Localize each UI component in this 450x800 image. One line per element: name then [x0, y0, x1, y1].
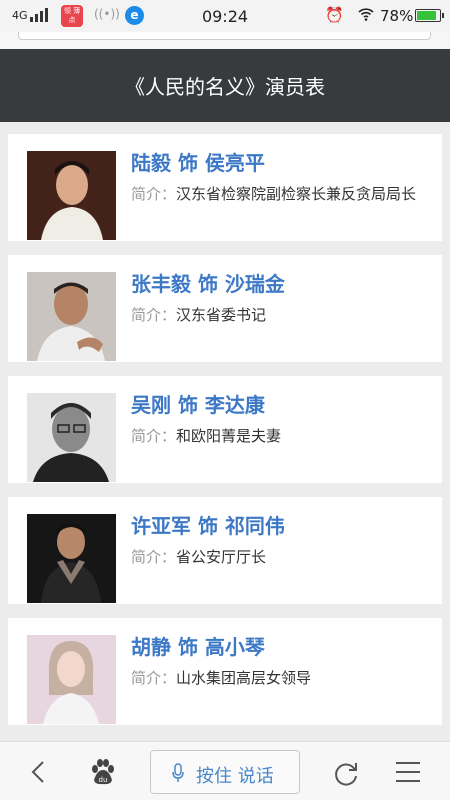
cast-name[interactable]: 陆毅 饰 侯亮平	[131, 147, 265, 176]
cast-item[interactable]: 张丰毅 饰 沙瑞金 简介：汉东省委书记	[8, 255, 442, 362]
menu-icon[interactable]	[395, 761, 421, 783]
status-bar: 4G 领 薄点 ((•)) e 09:24 ⏰ 78%	[0, 0, 450, 32]
actor-photo[interactable]	[27, 635, 116, 724]
actor-photo[interactable]	[27, 393, 116, 482]
cast-description: 简介：和欧阳菁是夫妻	[131, 423, 421, 450]
page-title: 《人民的名义》演员表	[125, 75, 325, 99]
microphone-icon	[172, 763, 184, 782]
cast-name[interactable]: 张丰毅 饰 沙瑞金	[131, 268, 285, 297]
voice-input-button[interactable]: 按住 说话	[150, 750, 300, 794]
cast-name[interactable]: 许亚军 饰 祁同伟	[131, 510, 285, 539]
desc-text: 省公安厅厅长	[176, 548, 267, 566]
cast-name[interactable]: 胡静 饰 高小琴	[131, 631, 265, 660]
alarm-icon: ⏰	[325, 6, 344, 24]
desc-text: 和欧阳菁是夫妻	[176, 427, 282, 445]
desc-label: 简介：	[131, 548, 177, 566]
title-bar: 《人民的名义》演员表	[0, 49, 450, 122]
cast-item[interactable]: 许亚军 饰 祁同伟 简介：省公安厅厅长	[8, 497, 442, 604]
cast-item[interactable]: 陆毅 饰 侯亮平 简介：汉东省检察院副检察长兼反贪局局长	[8, 134, 442, 241]
battery-percent: 78%	[380, 7, 414, 25]
desc-label: 简介：	[131, 185, 177, 203]
actor-photo[interactable]	[27, 514, 116, 603]
desc-text: 汉东省委书记	[176, 306, 267, 324]
cast-description: 简介：山水集团高层女领导	[131, 665, 421, 692]
cast-item[interactable]: 胡静 饰 高小琴 简介：山水集团高层女领导	[8, 618, 442, 725]
cast-description: 简介：省公安厅厅长	[131, 544, 421, 571]
bottom-toolbar: du 按住 说话	[0, 741, 450, 800]
desc-text: 汉东省检察院副检察长兼反贪局局长	[176, 185, 417, 203]
back-icon[interactable]	[26, 759, 52, 785]
refresh-icon[interactable]	[332, 759, 360, 787]
desc-label: 简介：	[131, 669, 177, 687]
search-box-edge[interactable]	[18, 32, 431, 40]
desc-label: 简介：	[131, 306, 177, 324]
cast-description: 简介：汉东省检察院副检察长兼反贪局局长	[131, 181, 421, 208]
cast-name[interactable]: 吴刚 饰 李达康	[131, 389, 265, 418]
svg-text:du: du	[99, 776, 108, 784]
desc-text: 山水集团高层女领导	[176, 669, 312, 687]
battery-icon	[415, 9, 444, 22]
actor-photo[interactable]	[27, 151, 116, 240]
desc-label: 简介：	[131, 427, 177, 445]
wifi-icon	[358, 8, 374, 21]
baidu-paw-icon[interactable]: du	[89, 758, 117, 786]
actor-photo[interactable]	[27, 272, 116, 361]
cast-description: 简介：汉东省委书记	[131, 302, 421, 329]
voice-button-label: 按住 说话	[196, 766, 274, 787]
cast-item[interactable]: 吴刚 饰 李达康 简介：和欧阳菁是夫妻	[8, 376, 442, 483]
